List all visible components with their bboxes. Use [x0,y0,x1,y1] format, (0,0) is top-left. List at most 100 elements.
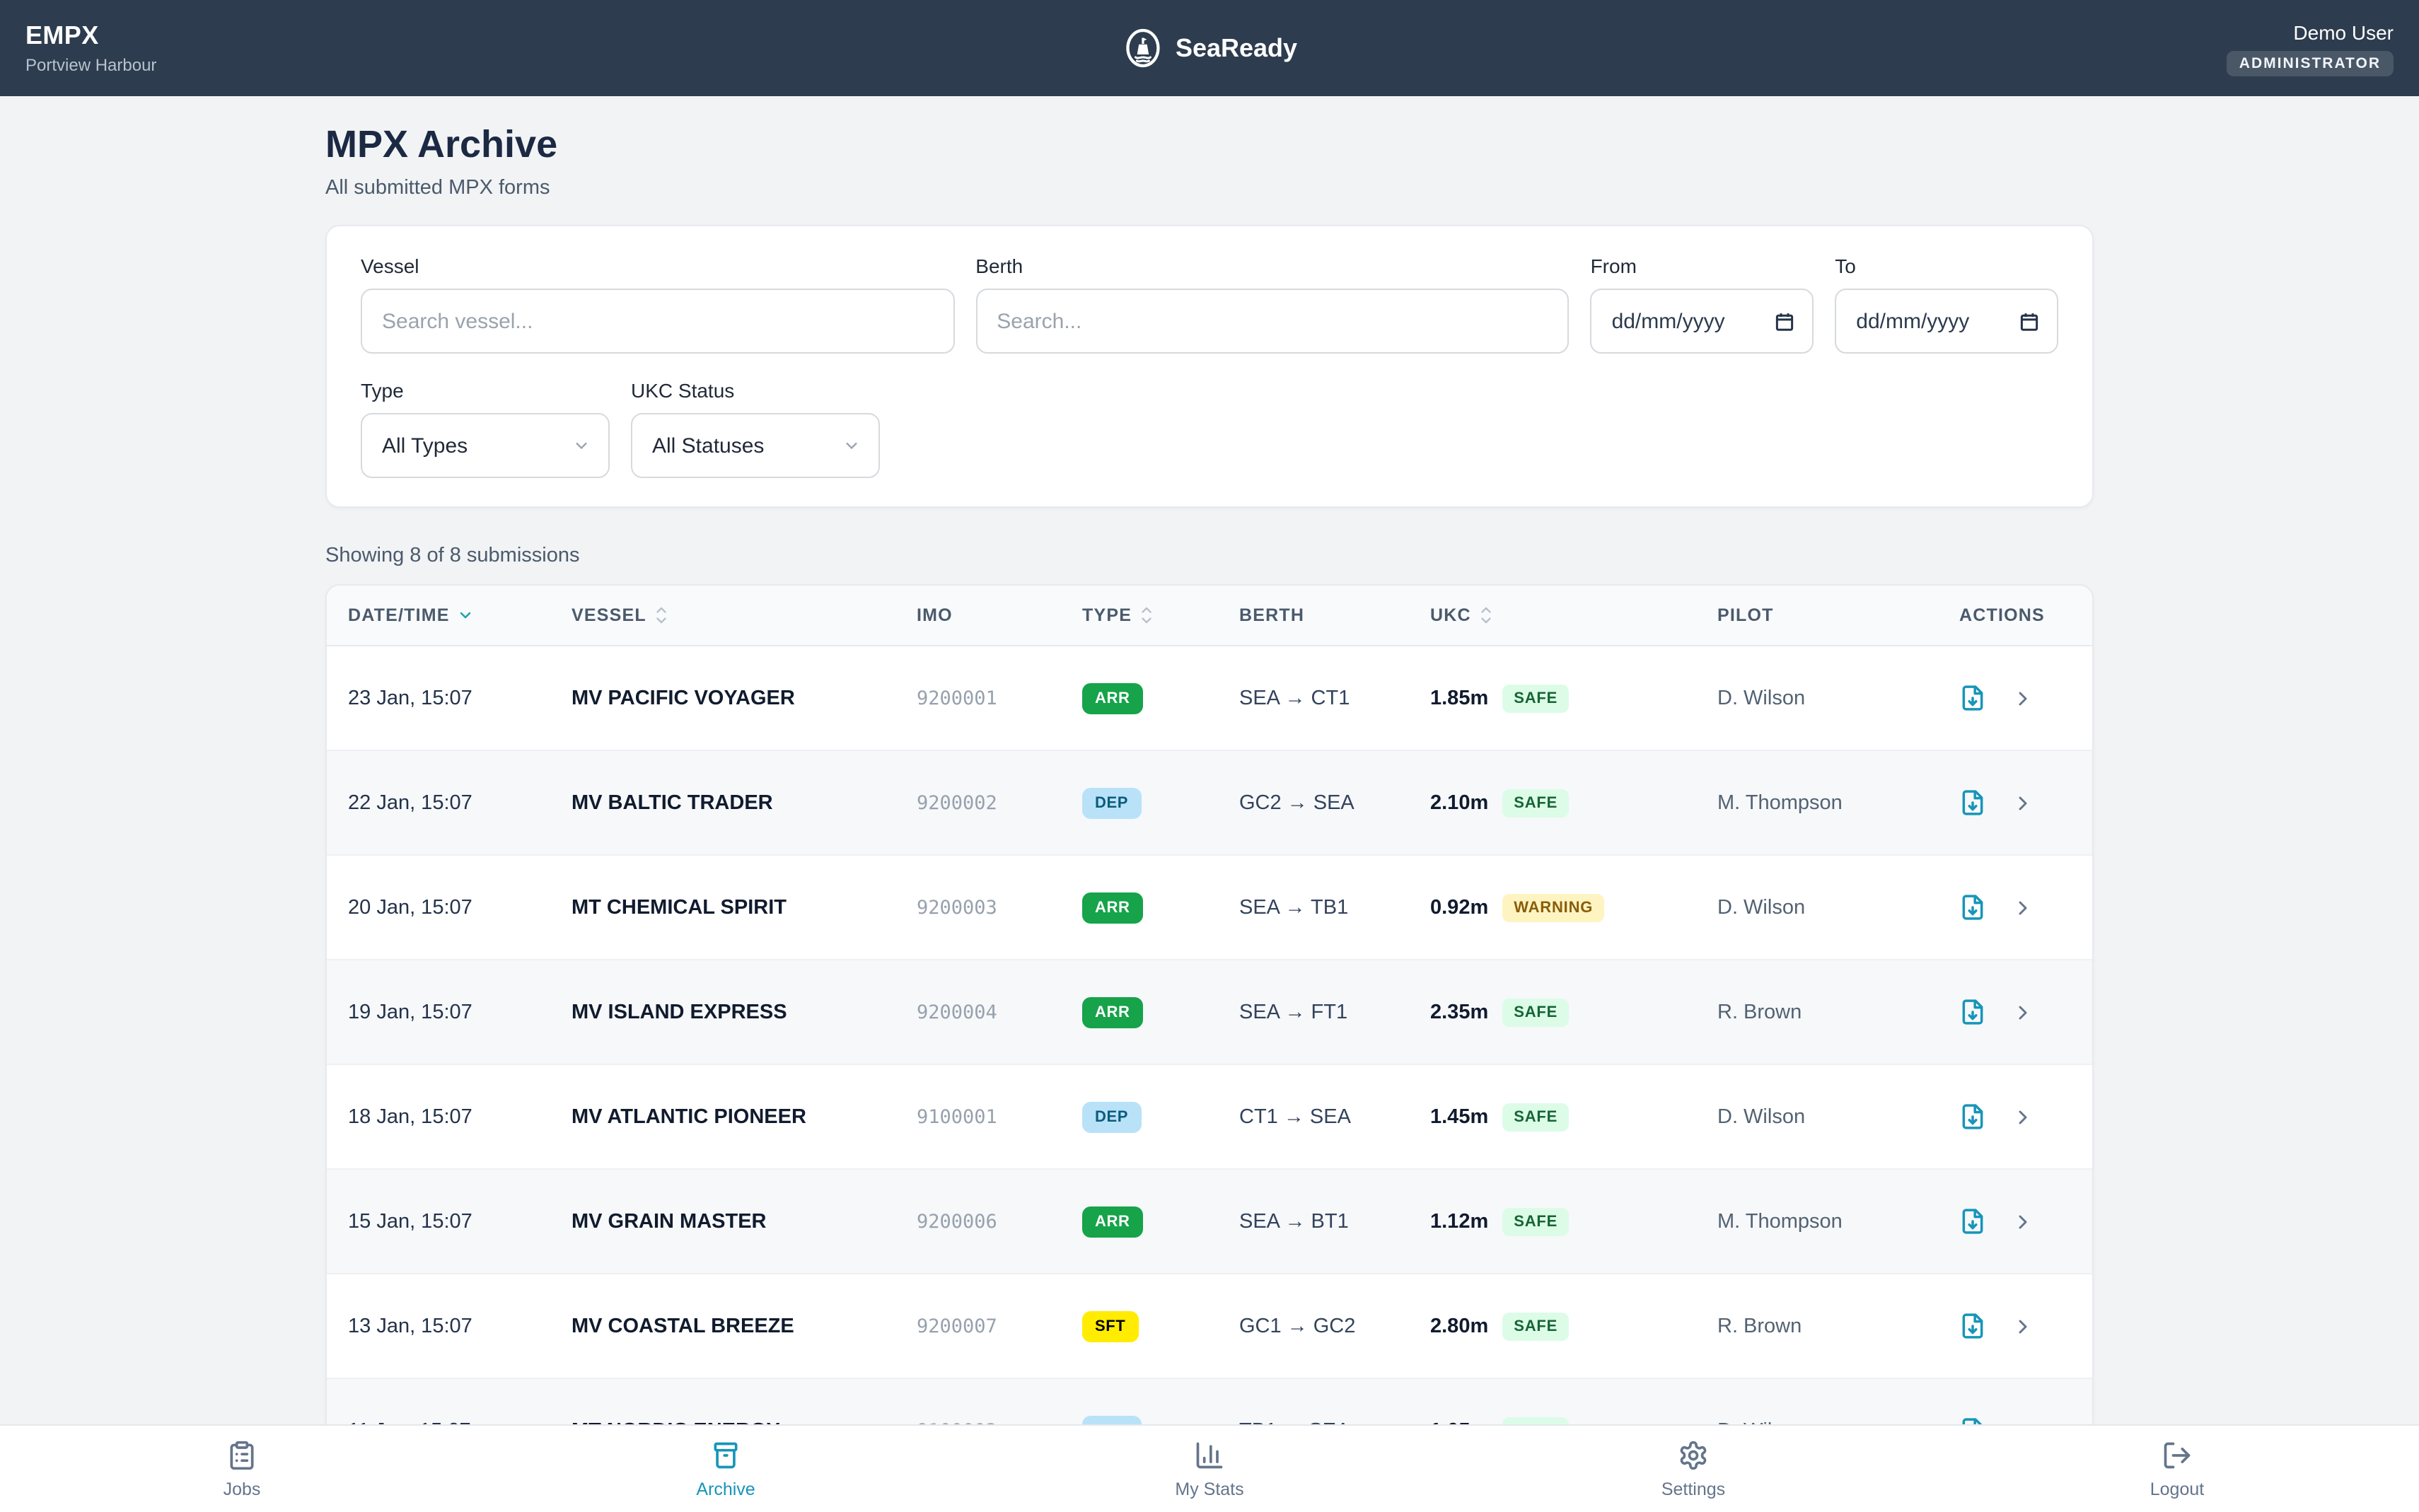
row-ukc-cell: 2.35m SAFE [1409,998,1696,1026]
row-datetime: 18 Jan, 15:07 [327,1105,550,1128]
open-row-button[interactable] [2012,1001,2034,1023]
ukc-value: 1.45m [1430,1105,1488,1128]
row-imo: 9200004 [895,1001,1061,1023]
download-pdf-button[interactable] [1959,1103,1986,1130]
row-ukc-cell: 0.92m WARNING [1409,893,1696,921]
table-row[interactable]: 23 Jan, 15:07 MV PACIFIC VOYAGER 9200001… [327,646,2092,751]
row-pilot: D. Wilson [1696,687,1938,709]
row-vessel-name: MV ISLAND EXPRESS [550,1001,895,1023]
nav-item-my-stats[interactable]: My Stats [968,1426,1451,1512]
type-badge: DEP [1082,1101,1141,1132]
table-row[interactable]: 18 Jan, 15:07 MV ATLANTIC PIONEER 910000… [327,1065,2092,1170]
column-header-imo: IMO [895,605,1061,625]
column-header-vessel[interactable]: VESSEL [550,605,895,625]
sort-icon [654,605,669,625]
type-filter-field: Type All Types [361,379,610,478]
nav-item-jobs[interactable]: Jobs [0,1426,484,1512]
table-row[interactable]: 20 Jan, 15:07 MT CHEMICAL SPIRIT 9200003… [327,856,2092,960]
submissions-table: DATE/TIME VESSEL IMO TYPE BERTH UKC PILO… [325,584,2094,1485]
to-date-input[interactable]: dd/mm/yyyy [1835,289,2058,354]
row-datetime: 20 Jan, 15:07 [327,896,550,919]
nav-item-label: Logout [2150,1479,2204,1499]
ukc-status-badge: SAFE [1502,1103,1569,1131]
sort-icon [1478,605,1494,625]
filter-panel: Vessel Berth From dd/mm/yyyy [325,225,2094,508]
column-header-date-time[interactable]: DATE/TIME [327,605,550,625]
row-berth: GC1 → GC2 [1218,1315,1409,1337]
gear-icon [1678,1438,1709,1472]
nav-item-logout[interactable]: Logout [1935,1426,2419,1512]
row-datetime: 19 Jan, 15:07 [327,1001,550,1023]
download-pdf-button[interactable] [1959,789,1986,816]
column-header-label: VESSEL [572,605,646,625]
column-header-type[interactable]: TYPE [1061,605,1218,625]
bar-chart-icon [1194,1438,1225,1472]
table-header-row: DATE/TIME VESSEL IMO TYPE BERTH UKC PILO… [327,586,2092,646]
berth-search-input[interactable] [975,289,1569,354]
nav-item-label: Jobs [224,1479,261,1499]
ukc-value: 0.92m [1430,896,1488,919]
row-actions [1938,1313,2092,1339]
row-berth: CT1 → SEA [1218,1105,1409,1128]
results-summary: Showing 8 of 8 submissions [325,545,2094,567]
nav-item-label: Settings [1661,1479,1725,1499]
type-select[interactable]: All Types [361,413,610,478]
row-ukc-cell: 2.10m SAFE [1409,789,1696,817]
table-row[interactable]: 13 Jan, 15:07 MV COASTAL BREEZE 9200007 … [327,1274,2092,1379]
row-type-cell: ARR [1061,682,1218,714]
row-datetime: 13 Jan, 15:07 [327,1315,550,1337]
nav-item-settings[interactable]: Settings [1451,1426,1935,1512]
download-pdf-button[interactable] [1959,1208,1986,1235]
column-header-label: IMO [917,605,953,625]
row-actions [1938,894,2092,921]
seaready-logo-icon [1122,27,1164,69]
chevron-down-icon [572,436,591,455]
table-row[interactable]: 22 Jan, 15:07 MV BALTIC TRADER 9200002 D… [327,751,2092,856]
open-row-button[interactable] [2012,896,2034,919]
vessel-search-input[interactable] [361,289,954,354]
row-vessel-name: MV GRAIN MASTER [550,1210,895,1233]
download-pdf-button[interactable] [1959,685,1986,711]
table-body: 23 Jan, 15:07 MV PACIFIC VOYAGER 9200001… [327,646,2092,1484]
column-header-ukc[interactable]: UKC [1409,605,1696,625]
row-berth: SEA → TB1 [1218,896,1409,919]
table-row[interactable]: 19 Jan, 15:07 MV ISLAND EXPRESS 9200004 … [327,960,2092,1065]
column-header-label: ACTIONS [1959,605,2045,625]
download-pdf-button[interactable] [1959,999,1986,1025]
row-imo: 9200002 [895,791,1061,814]
port-name: Portview Harbour [25,55,156,76]
top-bar: EMPX Portview Harbour SeaReady Demo User… [0,0,2419,96]
ukc-status-badge: SAFE [1502,684,1569,712]
open-row-button[interactable] [2012,1105,2034,1128]
row-berth: SEA → FT1 [1218,1001,1409,1023]
bottom-nav: Jobs Archive My Stats Settings Logout [0,1424,2419,1512]
archive-icon [710,1438,741,1472]
from-date-input[interactable]: dd/mm/yyyy [1591,289,1814,354]
logout-icon [2162,1438,2193,1472]
column-header-label: PILOT [1717,605,1774,625]
row-actions [1938,1208,2092,1235]
sort-icon [457,607,474,624]
ukc-status-select[interactable]: All Statuses [631,413,880,478]
chevron-down-icon [842,436,862,455]
row-vessel-name: MV PACIFIC VOYAGER [550,687,895,709]
row-actions [1938,685,2092,711]
download-pdf-button[interactable] [1959,894,1986,921]
ukc-status-badge: SAFE [1502,789,1569,817]
ukc-value: 1.85m [1430,687,1488,709]
ukc-status-label: UKC Status [631,379,880,402]
row-actions [1938,1103,2092,1130]
row-actions [1938,789,2092,816]
ukc-status-badge: SAFE [1502,1207,1569,1235]
table-row[interactable]: 15 Jan, 15:07 MV GRAIN MASTER 9200006 AR… [327,1170,2092,1274]
open-row-button[interactable] [2012,1315,2034,1337]
open-row-button[interactable] [2012,791,2034,814]
row-ukc-cell: 1.12m SAFE [1409,1207,1696,1235]
download-pdf-button[interactable] [1959,1313,1986,1339]
row-type-cell: ARR [1061,996,1218,1028]
open-row-button[interactable] [2012,687,2034,709]
nav-item-archive[interactable]: Archive [484,1426,968,1512]
open-row-button[interactable] [2012,1210,2034,1233]
page-title: MPX Archive [325,123,2094,167]
row-type-cell: ARR [1061,892,1218,923]
